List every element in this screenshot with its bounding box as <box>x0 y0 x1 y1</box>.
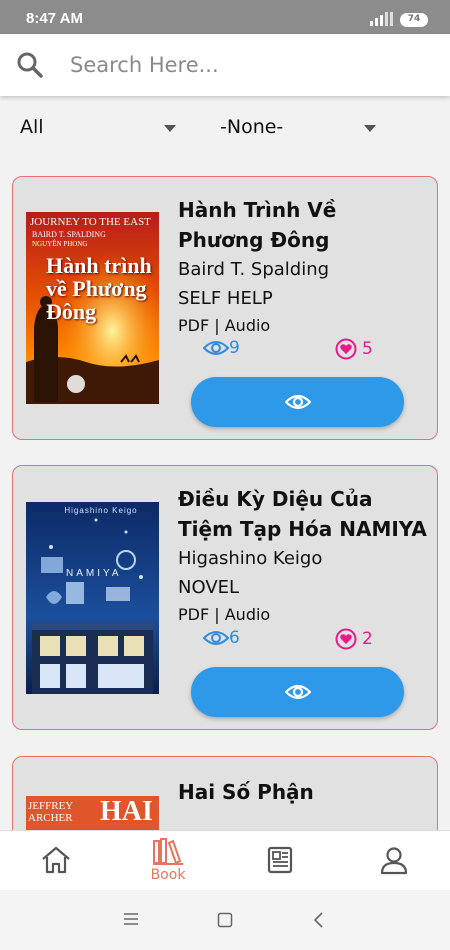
nav-home[interactable] <box>0 831 112 891</box>
views-value: 6 <box>229 628 240 648</box>
bottom-navigation: Book <box>0 830 450 890</box>
views-value: 9 <box>229 338 240 358</box>
eye-icon <box>284 684 311 700</box>
likes-count: 2 <box>335 628 373 650</box>
likes-value: 2 <box>362 629 373 649</box>
book-title[interactable]: Điều Kỳ Diệu Của Tiệm Tạp Hóa NAMIYA <box>178 484 427 544</box>
nav-profile[interactable] <box>338 831 450 891</box>
likes-value: 5 <box>362 339 373 359</box>
cover-author: BAIRD T. SPALDING <box>32 230 106 239</box>
profile-icon <box>380 847 408 875</box>
cover-title: Hành trình về Phương Đông <box>46 253 152 324</box>
home-square-icon[interactable] <box>217 912 233 928</box>
news-icon <box>267 846 293 874</box>
search-bar <box>0 34 450 96</box>
chevron-down-icon <box>364 125 376 132</box>
book-category: NOVEL <box>178 577 240 598</box>
nav-book-label: Book <box>150 867 186 883</box>
home-icon <box>42 846 70 874</box>
menu-icon[interactable] <box>123 912 139 926</box>
category-dropdown[interactable]: All <box>20 116 180 144</box>
status-time: 8:47 AM <box>26 10 83 27</box>
book-info: Điều Kỳ Diệu Của Tiệm Tạp Hóa NAMIYA Hig… <box>178 484 427 628</box>
chevron-down-icon <box>164 125 176 132</box>
cover-title: HAI <box>100 796 153 827</box>
view-book-button[interactable] <box>191 667 404 717</box>
view-book-button[interactable] <box>191 377 404 427</box>
search-icon <box>17 52 43 78</box>
book-icon <box>153 838 183 865</box>
eye-icon <box>284 394 311 410</box>
book-formats: PDF | Audio <box>178 605 271 624</box>
book-stats: 6 2 <box>203 628 423 654</box>
cover-title: NAMIYA <box>66 568 122 579</box>
sort-dropdown-value: -None- <box>220 116 284 138</box>
book-formats: PDF | Audio <box>178 316 271 335</box>
heart-icon[interactable] <box>335 628 357 650</box>
book-title[interactable]: Hai Số Phận <box>178 777 427 807</box>
book-card[interactable]: Higashino Keigo NAMIYA Điều Kỳ Diệu Của … <box>12 465 438 730</box>
book-cover[interactable]: JOURNEY TO THE EAST BAIRD T. SPALDING NG… <box>26 212 159 404</box>
nav-news[interactable] <box>225 831 337 891</box>
likes-count: 5 <box>335 338 373 360</box>
battery-icon: 74 <box>400 13 428 27</box>
book-card[interactable]: JOURNEY TO THE EAST BAIRD T. SPALDING NG… <box>12 176 438 440</box>
book-info: Hai Số Phận <box>178 777 427 807</box>
eye-icon <box>203 341 229 355</box>
book-category: SELF HELP <box>178 288 273 309</box>
book-stats: 9 5 <box>203 338 423 364</box>
sort-dropdown[interactable]: -None- <box>220 116 380 144</box>
book-author: Higashino Keigo <box>178 548 323 569</box>
cover-top-text: JOURNEY TO THE EAST <box>30 216 151 228</box>
back-icon[interactable] <box>312 911 324 929</box>
nav-book[interactable]: Book <box>112 831 224 891</box>
search-input[interactable] <box>70 50 410 80</box>
views-count: 6 <box>203 628 240 648</box>
category-dropdown-value: All <box>20 116 44 138</box>
views-count: 9 <box>203 338 240 358</box>
status-bar: 8:47 AM 74 <box>0 0 450 34</box>
heart-icon[interactable] <box>335 338 357 360</box>
book-info: Hành Trình Về Phương Đông Baird T. Spald… <box>178 195 427 339</box>
system-navigation-bar <box>0 890 450 950</box>
book-cover[interactable]: Higashino Keigo NAMIYA <box>26 502 159 694</box>
cover-translator: NGUYÊN PHONG <box>32 240 88 248</box>
signal-icon <box>370 12 393 26</box>
book-title[interactable]: Hành Trình Về Phương Đông <box>178 195 427 255</box>
cover-top-text: JEFFREY ARCHER <box>28 800 73 824</box>
cover-top-text: Higashino Keigo <box>64 506 138 515</box>
eye-icon <box>203 631 229 645</box>
book-author: Baird T. Spalding <box>178 259 330 280</box>
